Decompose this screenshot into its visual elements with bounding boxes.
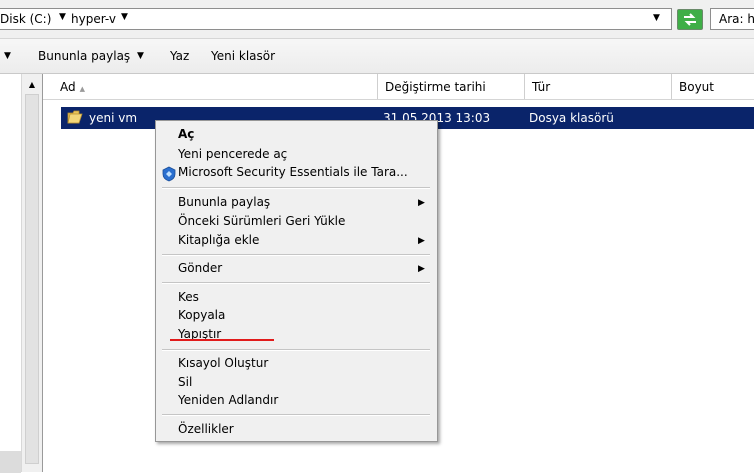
menu-item-restore-previous-versions[interactable]: Önceki Sürümleri Geri Yükle	[178, 214, 345, 228]
menu-item-cut[interactable]: Kes	[178, 290, 199, 304]
nav-scrollbar[interactable]: ▲	[21, 74, 43, 472]
chevron-down-icon[interactable]: ▼	[121, 12, 128, 22]
scroll-thumb[interactable]	[25, 94, 39, 464]
breadcrumb-item-disk-c[interactable]: Disk (C:)	[0, 12, 51, 26]
print-button[interactable]: Yaz	[170, 49, 189, 63]
breadcrumb[interactable]: Disk (C:) ▼ hyper-v ▼ ▼	[0, 8, 672, 30]
column-headers: Ad ▲ Değiştirme tarihi Tür Boyut	[43, 74, 754, 100]
menu-separator	[162, 254, 430, 256]
chevron-down-icon[interactable]: ▼	[59, 12, 66, 22]
annotation-underline	[170, 339, 274, 341]
column-header-date-modified[interactable]: Değiştirme tarihi	[378, 74, 525, 99]
chevron-down-icon[interactable]: ▼	[137, 51, 144, 61]
menu-separator	[162, 187, 430, 189]
file-name: yeni vm	[89, 111, 138, 125]
submenu-arrow-icon: ▶	[418, 198, 425, 208]
menu-separator	[162, 282, 430, 284]
column-header-label: Değiştirme tarihi	[385, 80, 486, 94]
menu-item-properties[interactable]: Özellikler	[178, 422, 234, 436]
column-header-label: Tür	[532, 80, 551, 94]
menu-item-share-with[interactable]: Bununla paylaş	[178, 195, 270, 209]
submenu-arrow-icon: ▶	[418, 264, 425, 274]
command-bar: ▼ Bununla paylaş ▼ Yaz Yeni klasör	[0, 38, 754, 74]
refresh-button[interactable]	[677, 9, 703, 30]
menu-item-rename[interactable]: Yeniden Adlandır	[178, 393, 278, 407]
scroll-up-arrow-icon[interactable]: ▲	[24, 78, 40, 92]
column-header-label: Ad	[60, 80, 76, 94]
menu-item-open-new-window[interactable]: Yeni pencerede aç	[178, 147, 287, 161]
context-menu: Aç Yeni pencerede aç Microsoft Security …	[155, 120, 438, 442]
refresh-icon	[684, 13, 696, 26]
column-header-type[interactable]: Tür	[525, 74, 672, 99]
menu-item-delete[interactable]: Sil	[178, 375, 192, 389]
submenu-arrow-icon: ▶	[418, 236, 425, 246]
menu-item-copy[interactable]: Kopyala	[178, 308, 225, 322]
file-type: Dosya klasörü	[529, 111, 614, 125]
address-bar: Disk (C:) ▼ hyper-v ▼ ▼ Ara: h	[0, 0, 754, 38]
column-header-size[interactable]: Boyut	[672, 74, 754, 99]
search-input[interactable]: Ara: h	[710, 8, 754, 30]
menu-item-scan-security-essentials[interactable]: Microsoft Security Essentials ile Tara..…	[178, 165, 408, 179]
menu-item-include-in-library[interactable]: Kitaplığa ekle	[178, 233, 259, 247]
new-folder-button[interactable]: Yeni klasör	[211, 49, 275, 63]
address-history-dropdown-icon[interactable]: ▼	[653, 13, 660, 23]
organize-dropdown-icon[interactable]: ▼	[4, 51, 11, 61]
breadcrumb-item-hyper-v[interactable]: hyper-v	[71, 12, 116, 26]
column-header-name[interactable]: Ad ▲	[53, 74, 378, 99]
menu-item-create-shortcut[interactable]: Kısayol Oluştur	[178, 356, 268, 370]
menu-item-open[interactable]: Aç	[178, 127, 194, 141]
column-header-label: Boyut	[679, 80, 714, 94]
sort-ascending-icon: ▲	[79, 85, 86, 93]
share-with-button[interactable]: Bununla paylaş	[38, 49, 130, 63]
menu-separator	[162, 349, 430, 351]
navigation-pane[interactable]	[0, 74, 21, 473]
nav-selected-item[interactable]	[0, 451, 21, 473]
security-essentials-icon	[162, 166, 176, 182]
menu-item-send-to[interactable]: Gönder	[178, 261, 222, 275]
menu-separator	[162, 414, 430, 416]
folder-icon	[67, 110, 83, 124]
